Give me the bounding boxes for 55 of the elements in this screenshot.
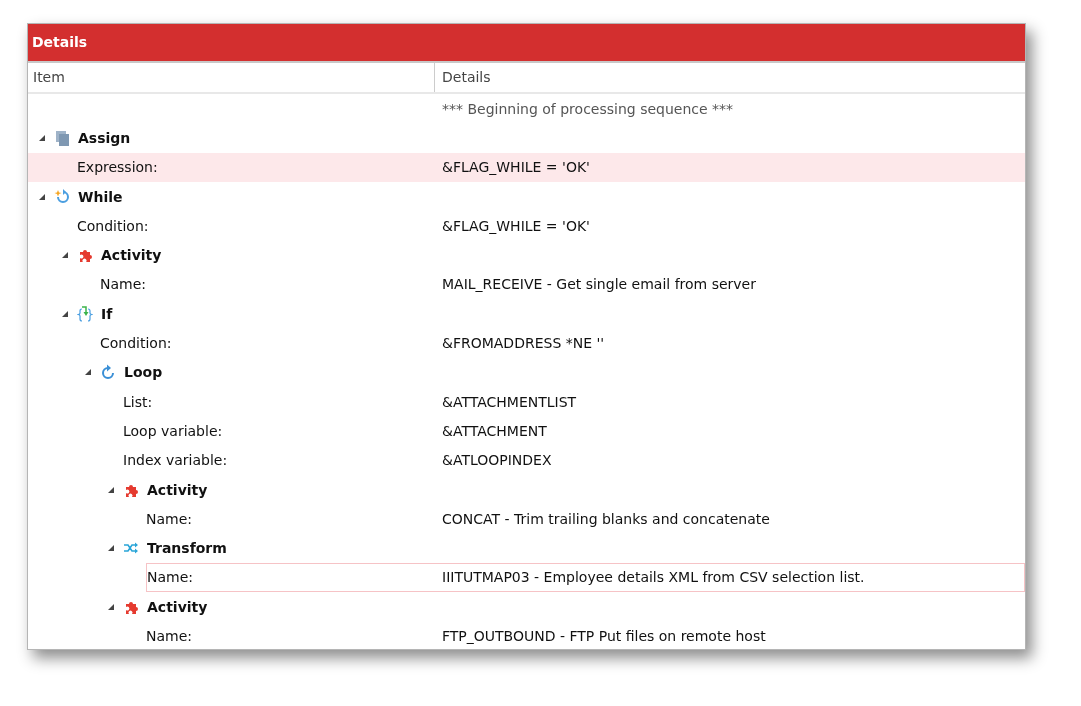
property-value: MAIL_RECEIVE - Get single email from server — [441, 276, 757, 293]
property-value: &FLAG_WHILE = 'OK' — [441, 217, 591, 234]
expanded-arrow-icon[interactable] — [38, 192, 46, 201]
property-row[interactable]: Index variable: &ATLOOPINDEX — [28, 445, 1025, 475]
property-label: Name: — [146, 628, 194, 644]
expanded-arrow-icon[interactable] — [61, 309, 69, 318]
tree-node-label[interactable]: Loop — [124, 364, 163, 381]
tree-node-label[interactable]: While — [78, 188, 123, 205]
property-label: Name: — [146, 562, 434, 593]
property-value: &ATTACHMENT — [441, 422, 548, 439]
property-row[interactable]: Name: CONCAT - Trim trailing blanks and concatenate — [28, 504, 1025, 534]
tree-node-label[interactable]: Assign — [78, 129, 131, 146]
expanded-arrow-icon[interactable] — [61, 251, 69, 260]
property-label: List: — [123, 393, 154, 410]
property-value: &ATTACHMENTLIST — [441, 393, 578, 410]
if-icon — [77, 305, 93, 322]
property-label: Expression: — [77, 159, 159, 176]
property-label: Condition: — [77, 217, 150, 234]
property-row[interactable]: Condition: &FROMADDRESS *NE '' — [28, 328, 1025, 358]
tree-node-label[interactable]: Activity — [147, 598, 208, 615]
expanded-arrow-icon[interactable] — [107, 602, 115, 611]
property-label: Condition: — [100, 335, 173, 351]
property-value: &FLAG_WHILE = 'OK' — [441, 159, 591, 176]
while-icon — [54, 188, 70, 205]
tree-node-label[interactable]: Activity — [147, 481, 208, 498]
property-row[interactable]: Name: IIITUTMAP03 - Employee details XML from CSV selection list. — [28, 562, 1025, 593]
property-value: &FROMADDRESS *NE '' — [441, 335, 606, 351]
property-row[interactable]: Loop variable: &ATTACHMENT — [28, 416, 1025, 446]
sequence-start-text: *** Beginning of processing sequence *** — [441, 100, 735, 117]
tree-node-label[interactable]: Transform — [147, 540, 227, 557]
property-value: &ATLOOPINDEX — [441, 452, 553, 469]
property-value: CONCAT - Trim trailing blanks and concatenate — [441, 510, 771, 527]
property-label: Loop variable: — [123, 422, 224, 439]
panel-title: Details — [28, 24, 1025, 63]
expanded-arrow-icon[interactable] — [107, 544, 115, 553]
loop-icon — [100, 364, 116, 381]
expanded-arrow-icon[interactable] — [84, 368, 92, 377]
property-row[interactable]: List: &ATTACHMENTLIST — [28, 386, 1025, 417]
property-value: IIITUTMAP03 - Employee details XML from CSV selection list. — [434, 562, 1025, 593]
assign-icon — [54, 129, 70, 146]
column-header[interactable]: Details — [434, 63, 1025, 92]
expanded-arrow-icon[interactable] — [38, 133, 46, 142]
tree-node-label[interactable]: If — [101, 305, 113, 322]
property-label: Name: — [146, 510, 194, 527]
expanded-arrow-icon[interactable] — [107, 485, 115, 494]
property-row[interactable]: Name: MAIL_RECEIVE - Get single email from server — [28, 269, 1025, 300]
property-value: FTP_OUTBOUND - FTP Put files on remote host — [441, 628, 767, 644]
property-row[interactable]: Condition: &FLAG_WHILE = 'OK' — [28, 211, 1025, 241]
property-label: Name: — [100, 276, 148, 293]
tree-node-label[interactable]: Activity — [101, 247, 162, 264]
property-row[interactable]: Name: FTP_OUTBOUND - FTP Put files on remote host — [28, 621, 1025, 649]
property-label: Index variable: — [123, 452, 229, 469]
property-row[interactable]: Expression: &FLAG_WHILE = 'OK' — [28, 152, 1025, 182]
column-header[interactable]: Item — [28, 63, 434, 92]
activity-icon — [77, 247, 93, 264]
